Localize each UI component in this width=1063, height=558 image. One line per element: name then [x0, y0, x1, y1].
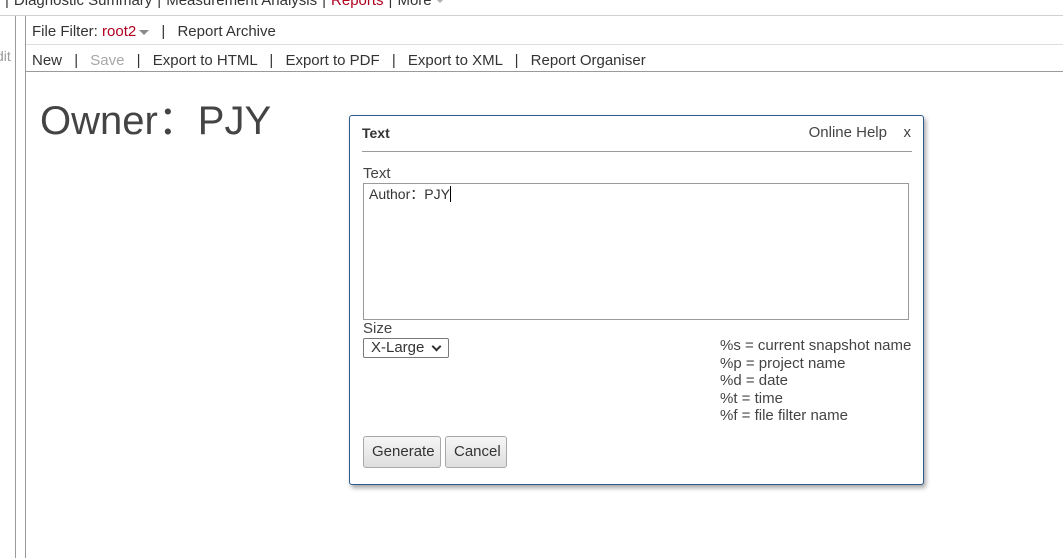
nav-separator: | [322, 0, 327, 9]
nav-diagnostic-summary[interactable]: Diagnostic Summary [14, 0, 152, 10]
hint-project: %p = project name [720, 354, 846, 372]
report-heading[interactable]: Owner：PJY [40, 88, 271, 146]
size-select[interactable]: X-Large [363, 338, 449, 358]
top-navigation: | Diagnostic Summary | Measurement Analysis… [0, 0, 1063, 10]
export-html-button[interactable]: Export to HTML [153, 52, 257, 69]
nav-separator: | [388, 0, 393, 9]
hint-file-filter: %f = file filter name [720, 407, 848, 424]
text-input-value: Author：PJY [369, 186, 450, 202]
nav-measurement-analysis[interactable]: Measurement Analysis [166, 0, 317, 10]
text-dialog: Text Online Help x Text Author：PJY Size … [349, 115, 924, 485]
size-select-value: X-Large [371, 339, 425, 356]
toolbar-divider [26, 44, 1063, 45]
export-pdf-button[interactable]: Export to PDF [285, 52, 379, 69]
toolbar-separator: | [161, 23, 166, 40]
nav-divider [0, 15, 1063, 16]
hint-time: %t = time [720, 389, 783, 407]
file-filter-label: File Filter: [32, 23, 98, 40]
left-panel: dit [0, 16, 16, 558]
toolbar-separator: | [74, 52, 79, 69]
cancel-button[interactable]: Cancel [445, 436, 507, 468]
dialog-title-divider [362, 151, 912, 152]
nav-separator: | [5, 0, 9, 9]
dialog-title: Text [362, 125, 390, 141]
hint-date: %d = date [720, 372, 788, 389]
nav-separator: | [157, 0, 162, 9]
toolbar-separator: | [269, 52, 274, 69]
main-panel-border [25, 16, 26, 558]
toolbar-separator: | [391, 52, 396, 69]
online-help-link[interactable]: Online Help [809, 124, 887, 141]
toolbar-separator: | [136, 52, 141, 69]
edit-link-stub[interactable]: dit [0, 48, 11, 64]
nav-reports[interactable]: Reports [331, 0, 384, 10]
save-button[interactable]: Save [90, 52, 124, 69]
file-filter-toolbar: File Filter: root2 | Report Archive [32, 22, 276, 42]
chevron-down-icon [435, 0, 444, 4]
chevron-down-icon [431, 341, 442, 352]
report-archive-link[interactable]: Report Archive [177, 23, 275, 40]
chevron-down-icon[interactable] [139, 29, 150, 35]
nav-more[interactable]: More [397, 0, 431, 10]
toolbar-bottom-border [26, 71, 1063, 72]
text-field-label: Text [363, 165, 391, 182]
text-cursor [449, 186, 451, 202]
report-organiser-button[interactable]: Report Organiser [531, 52, 646, 69]
toolbar-separator: | [514, 52, 519, 69]
close-icon[interactable]: x [904, 124, 912, 141]
file-filter-dropdown[interactable]: root2 [102, 23, 136, 40]
report-actions-toolbar: New | Save | Export to HTML | Export to … [32, 51, 646, 71]
generate-button[interactable]: Generate [363, 436, 441, 468]
new-button[interactable]: New [32, 52, 62, 69]
placeholder-hints: %s = current snapshot name %p = project … [720, 337, 911, 425]
size-label: Size [363, 320, 393, 337]
hint-snapshot: %s = current snapshot name [720, 337, 912, 354]
text-input[interactable]: Author：PJY [363, 183, 909, 320]
export-xml-button[interactable]: Export to XML [408, 52, 502, 69]
